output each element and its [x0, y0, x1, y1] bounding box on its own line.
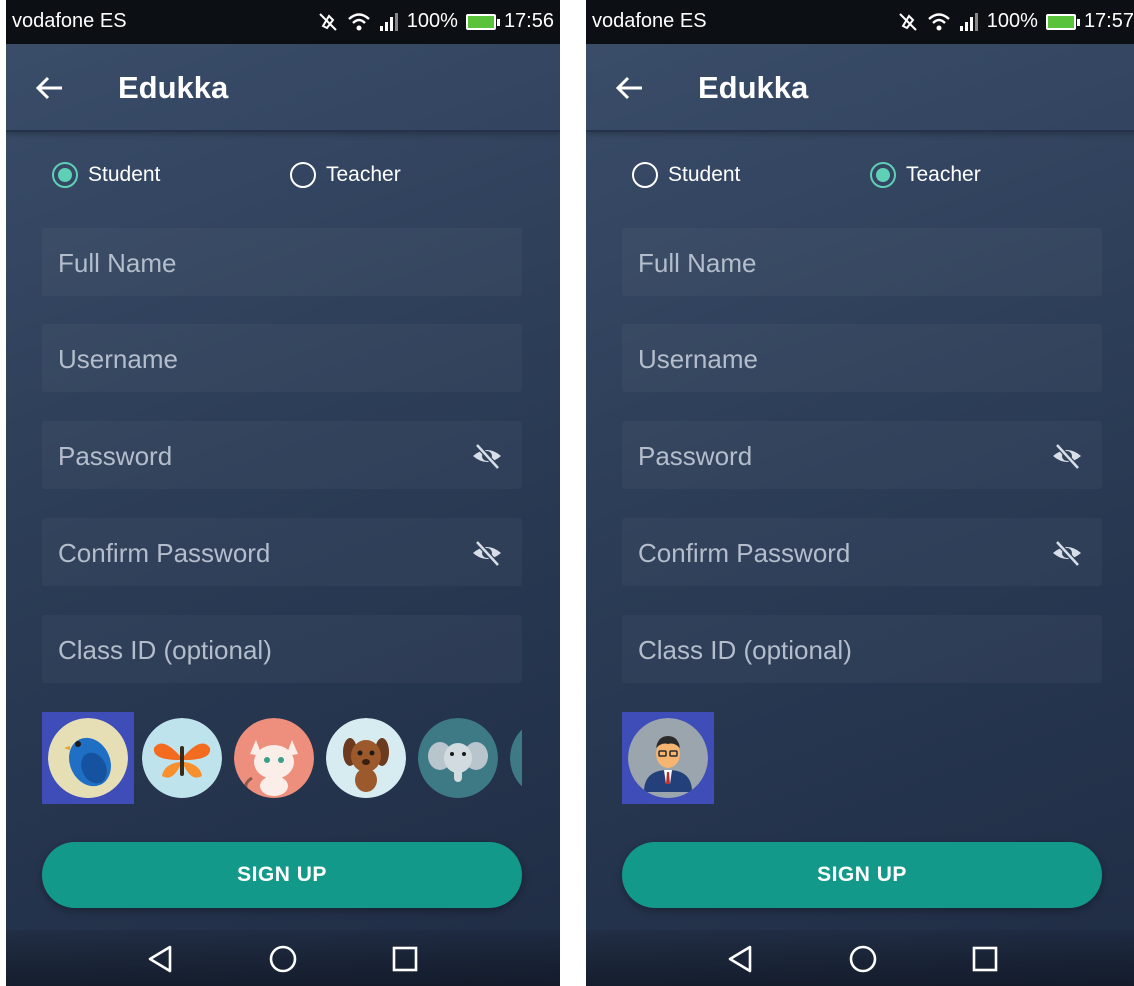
status-bar: vodafone ES 100% 17:57 — [586, 0, 1134, 44]
signal-icon — [959, 12, 978, 31]
clock: 17:56 — [503, 10, 554, 32]
confirm-password-input[interactable] — [56, 518, 460, 588]
cat-avatar[interactable] — [228, 712, 320, 804]
username-input[interactable] — [56, 324, 460, 394]
username-input[interactable] — [636, 324, 1040, 394]
visibility-off-icon[interactable] — [470, 536, 504, 570]
role-teacher-radio[interactable]: Teacher — [870, 162, 981, 188]
username-field — [42, 324, 522, 394]
bird-avatar[interactable] — [42, 712, 134, 804]
butterfly-icon — [142, 718, 222, 798]
battery-percent: 100% — [406, 10, 458, 32]
full-name-field — [622, 228, 1102, 298]
class-id-input[interactable] — [636, 615, 1040, 685]
nav-recents-icon[interactable] — [388, 942, 422, 976]
nav-back-icon[interactable] — [144, 942, 178, 976]
nav-home-icon[interactable] — [266, 942, 300, 976]
app-title: Edukka — [698, 70, 809, 105]
wifi-icon — [347, 12, 370, 30]
nav-recents-icon[interactable] — [968, 942, 1002, 976]
system-nav-bar — [6, 930, 560, 986]
avatar-picker — [42, 712, 522, 806]
app-bar: Edukka — [586, 44, 1134, 132]
mute-icon — [899, 12, 917, 31]
back-arrow-icon[interactable] — [614, 72, 646, 104]
battery-percent: 100% — [986, 10, 1038, 32]
class-id-field — [42, 615, 522, 685]
radio-checked-icon — [870, 162, 896, 188]
role-student-radio[interactable]: Student — [632, 162, 740, 188]
cat-icon — [234, 718, 314, 798]
password-input[interactable] — [636, 421, 1040, 491]
confirm-password-field — [42, 518, 522, 588]
radio-checked-icon — [52, 162, 78, 188]
dog-icon — [326, 718, 406, 798]
back-arrow-icon[interactable] — [34, 72, 66, 104]
butterfly-avatar[interactable] — [136, 712, 228, 804]
sign-up-button[interactable]: SIGN UP — [622, 842, 1102, 908]
radio-unchecked-icon — [632, 162, 658, 188]
password-field — [622, 421, 1102, 491]
partial-avatar-icon — [510, 729, 522, 787]
class-id-input[interactable] — [56, 615, 460, 685]
full-name-input[interactable] — [56, 228, 460, 298]
mute-icon — [319, 12, 337, 31]
visibility-off-icon[interactable] — [470, 439, 504, 473]
class-id-field — [622, 615, 1102, 685]
wifi-icon — [927, 12, 950, 30]
role-label: Student — [88, 163, 161, 186]
role-student-radio[interactable]: Student — [52, 162, 160, 188]
role-selector: Student Teacher — [6, 162, 560, 202]
role-label: Teacher — [906, 163, 981, 186]
password-input[interactable] — [56, 421, 460, 491]
system-nav-bar — [586, 930, 1134, 986]
confirm-password-field — [622, 518, 1102, 588]
role-label: Student — [668, 163, 741, 186]
signal-icon — [379, 12, 398, 31]
dog-avatar[interactable] — [320, 712, 412, 804]
battery-icon — [465, 13, 500, 30]
app-bar: Edukka — [6, 44, 560, 132]
partial-avatar[interactable] — [504, 712, 522, 804]
full-name-field — [42, 228, 522, 298]
nav-back-icon[interactable] — [724, 942, 758, 976]
status-bar: vodafone ES 100% 17:56 — [6, 0, 560, 44]
password-field — [42, 421, 522, 491]
nav-home-icon[interactable] — [846, 942, 880, 976]
confirm-password-input[interactable] — [636, 518, 1040, 588]
elephant-icon — [418, 718, 498, 798]
battery-icon — [1045, 13, 1080, 30]
visibility-off-icon[interactable] — [1050, 439, 1084, 473]
role-teacher-radio[interactable]: Teacher — [290, 162, 401, 188]
teacher-icon — [628, 718, 708, 798]
carrier-name: vodafone ES — [592, 10, 707, 32]
app-title: Edukka — [118, 70, 229, 105]
phone-screen-teacher: vodafone ES 100% 17:57 Edukka Student Te… — [586, 0, 1134, 986]
radio-unchecked-icon — [290, 162, 316, 188]
username-field — [622, 324, 1102, 394]
role-label: Teacher — [326, 163, 401, 186]
role-selector: Student Teacher — [586, 162, 1134, 202]
carrier-name: vodafone ES — [12, 10, 127, 32]
elephant-avatar[interactable] — [412, 712, 504, 804]
visibility-off-icon[interactable] — [1050, 536, 1084, 570]
phone-screen-student: vodafone ES 100% 17:56 Edukka Student Te… — [6, 0, 560, 986]
avatar-picker — [622, 712, 1102, 806]
bird-icon — [48, 718, 128, 798]
clock: 17:57 — [1083, 10, 1134, 32]
sign-up-button[interactable]: SIGN UP — [42, 842, 522, 908]
teacher-avatar[interactable] — [622, 712, 714, 804]
full-name-input[interactable] — [636, 228, 1040, 298]
